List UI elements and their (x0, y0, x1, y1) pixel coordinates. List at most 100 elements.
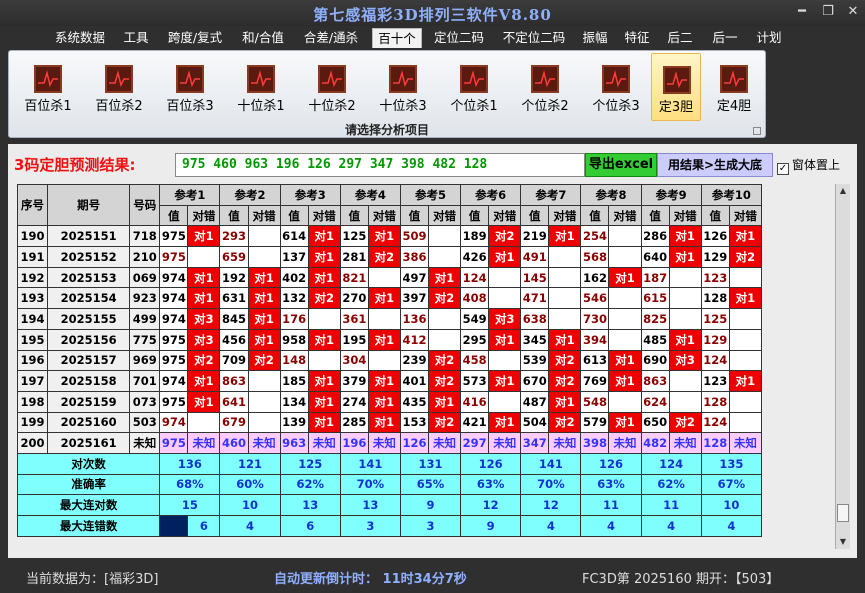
scroll-thumb[interactable] (837, 504, 849, 522)
table-row[interactable]: 195 2025156 775 975 对3 456 对1 958 对1 195 对1 412 295 对… (16, 328, 763, 351)
scroll-up-icon[interactable]: ▲ (836, 184, 850, 198)
menu-item-12[interactable]: 计划 (752, 28, 786, 48)
ribbon-button-0[interactable]: 百位杀1 (20, 53, 76, 121)
selected-cell[interactable] (159, 515, 189, 537)
restore-button[interactable]: ❐ (818, 4, 838, 20)
row-hit: 对2 (428, 370, 462, 392)
chart-icon (460, 65, 488, 93)
row-value: 863 (219, 370, 249, 392)
row-value: 295 (460, 328, 490, 351)
ribbon-expand-icon[interactable] (753, 127, 761, 135)
row-value: 471 (520, 287, 550, 310)
row-value: 125 (700, 308, 730, 330)
ribbon-button-5[interactable]: 十位杀3 (375, 53, 431, 121)
row-seq: 192 (16, 266, 49, 289)
ribbon-button-2[interactable]: 百位杀3 (162, 53, 218, 121)
row-value: 148 (279, 349, 309, 372)
menu-item-1[interactable]: 工具 (117, 28, 155, 48)
menu-item-5[interactable]: 百十个 (372, 28, 422, 48)
menu-item-6[interactable]: 定位二码 (428, 28, 490, 48)
menu-item-0[interactable]: 系统数据 (48, 28, 112, 48)
ribbon-button-label: 百位杀3 (166, 99, 214, 114)
row-value: 386 (399, 246, 430, 268)
minimize-button[interactable]: ━ (792, 4, 812, 20)
ribbon-button-9[interactable]: 定3胆 (651, 53, 701, 121)
table-row[interactable]: 190 2025151 718 975 对1 293 614 对1 125 对1 509 189 对2 2… (16, 225, 763, 248)
row-issue: 2025151 (47, 225, 131, 248)
table-row[interactable]: 196 2025157 969 975 对2 709 对2 148 304 239 对2 458 539… (16, 349, 763, 372)
stats-value: 124 (640, 452, 702, 475)
row-issue: 2025161 (47, 432, 131, 454)
stats-value: 6 (279, 515, 341, 537)
ribbon-button-3[interactable]: 十位杀1 (233, 53, 289, 121)
row-hit: 未知 (728, 432, 763, 454)
ribbon-button-7[interactable]: 个位杀2 (517, 53, 573, 121)
ribbon-button-1[interactable]: 百位杀2 (91, 53, 147, 121)
export-excel-button[interactable]: 导出excel (585, 153, 657, 177)
subheader-value: 值 (580, 204, 610, 227)
row-hit (668, 287, 702, 310)
row-value: 435 (399, 390, 430, 413)
row-hit: 未知 (307, 432, 341, 454)
row-hit: 对2 (428, 349, 462, 372)
vertical-scrollbar[interactable]: ▲ ▼ (835, 184, 850, 549)
stats-value: 13 (279, 494, 341, 516)
row-hit (428, 328, 462, 351)
row-value: 460 (219, 432, 249, 454)
stats-value: 67% (700, 473, 763, 496)
menu-item-7[interactable]: 不定位二码 (497, 28, 571, 48)
header-ref: 参考6 (460, 184, 522, 206)
row-value: 304 (339, 349, 369, 372)
ribbon-button-4[interactable]: 十位杀2 (304, 53, 360, 121)
row-hit (608, 328, 642, 351)
row-hit (488, 390, 522, 413)
row-value: 132 (279, 287, 309, 310)
row-hit: 对1 (548, 328, 582, 351)
ribbon-button-6[interactable]: 个位杀1 (446, 53, 502, 121)
header-code: 号码 (129, 183, 161, 227)
table-row[interactable]: 199 2025160 503 974 679 139 对1 285 对1 153 对2 421 对1 5… (16, 411, 763, 434)
topmost-checkbox[interactable]: ✓ 窗体置上 (777, 156, 840, 175)
ribbon-button-10[interactable]: 定4胆 (709, 53, 759, 121)
row-seq: 197 (16, 370, 49, 392)
row-hit: 对1 (307, 225, 341, 248)
table-row[interactable]: 200 2025161 未知 975 未知 460 未知 963 未知 196 未知 126 未知 297… (16, 432, 763, 454)
close-button[interactable]: ✕ (843, 4, 863, 20)
row-value: 638 (520, 308, 550, 330)
header-ref: 参考1 (159, 184, 221, 206)
stats-value: 4 (219, 515, 281, 537)
menu-item-3[interactable]: 和/合值 (235, 28, 291, 48)
row-hit: 未知 (488, 432, 522, 454)
table-row[interactable]: 197 2025158 701 974 对1 863 185 对1 379 对1 401 对2 573 对… (16, 370, 763, 392)
table-row[interactable]: 192 2025153 069 974 对1 192 对1 402 对1 821 497 对1 124 1… (16, 266, 763, 289)
row-code: 503 (129, 411, 161, 434)
row-hit: 对1 (488, 411, 522, 434)
row-value: 958 (279, 328, 309, 351)
prediction-field[interactable]: 975 460 963 196 126 297 347 398 482 128 (175, 153, 585, 177)
menu-item-9[interactable]: 特征 (619, 28, 655, 48)
menu-item-11[interactable]: 后一 (706, 28, 744, 48)
row-hit (307, 308, 341, 330)
table-row[interactable]: 191 2025152 210 975 659 137 对1 281 对2 386 426 对1 491… (16, 246, 763, 268)
table-row[interactable]: 194 2025155 499 974 对3 845 对1 176 361 136 549 对3 638… (16, 308, 763, 330)
row-hit: 未知 (608, 432, 642, 454)
scroll-down-icon[interactable]: ▼ (836, 535, 850, 549)
generate-base-button[interactable]: 用结果>生成大底 (657, 153, 773, 177)
stats-value: 10 (219, 494, 281, 516)
menu-item-10[interactable]: 后二 (663, 28, 697, 48)
row-value: 491 (520, 246, 550, 268)
menu-item-4[interactable]: 合差/通杀 (297, 28, 365, 48)
ribbon-button-8[interactable]: 个位杀3 (588, 53, 644, 121)
chart-icon (720, 65, 748, 93)
row-hit: 对2 (428, 287, 462, 310)
row-hit: 未知 (668, 432, 702, 454)
table-row[interactable]: 193 2025154 923 974 对1 631 对1 132 对2 270 对1 397 对2 40… (16, 287, 763, 310)
row-value: 254 (580, 225, 610, 248)
stats-value: 63% (460, 473, 522, 496)
menu-item-8[interactable]: 振幅 (578, 28, 612, 48)
stats-value: 11 (580, 494, 642, 516)
table-row[interactable]: 198 2025159 073 975 对1 641 134 对1 274 对1 435 对1 416 4… (16, 390, 763, 413)
row-hit: 对1 (247, 266, 281, 289)
subheader-value: 值 (279, 204, 309, 227)
menu-item-2[interactable]: 跨度/复式 (162, 28, 228, 48)
